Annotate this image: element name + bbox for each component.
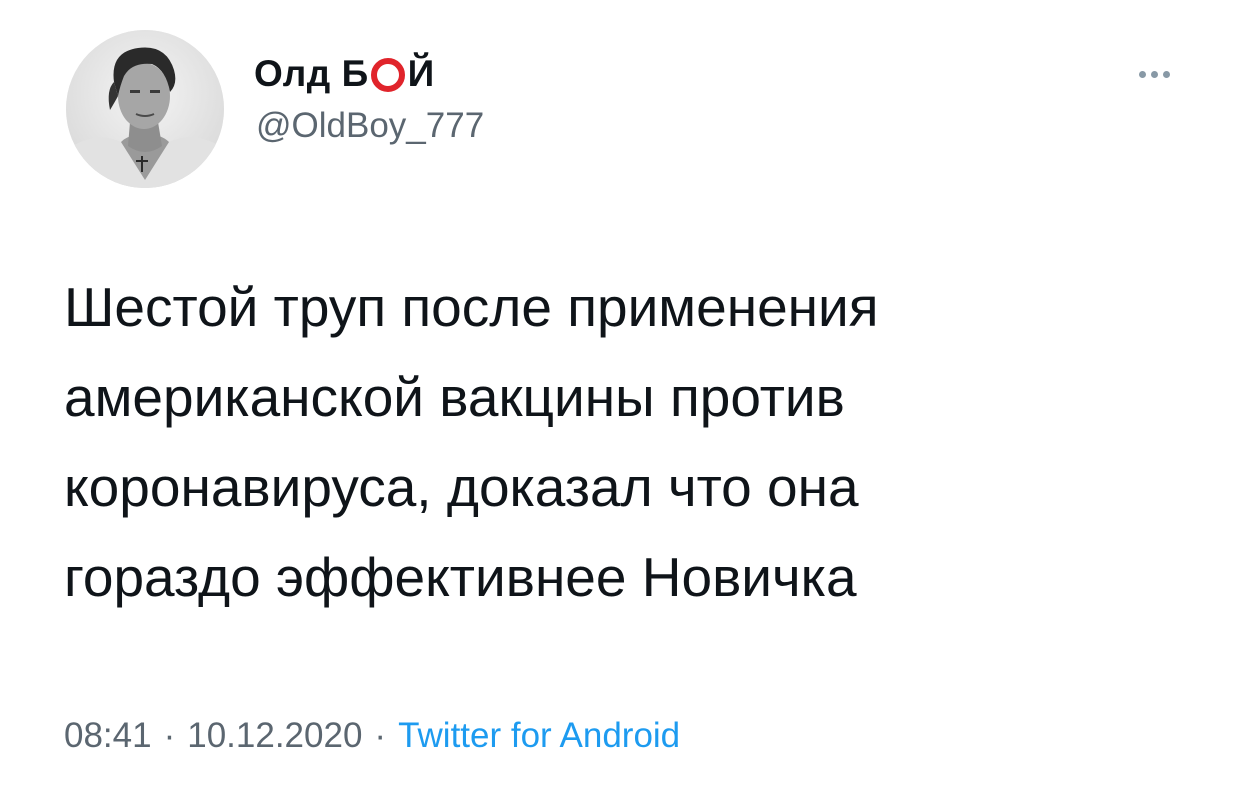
more-horizontal-icon-dot: [1162, 70, 1170, 78]
red-ring-icon: [370, 58, 405, 92]
meta-separator: ·: [374, 716, 387, 755]
user-handle[interactable]: @OldBoy_777: [256, 106, 484, 146]
tweet-meta: 08:41 · 10.12.2020 · Twitter for Android: [64, 716, 680, 756]
avatar-photo: [66, 30, 224, 188]
tweet-card: Олд Б Й @OldBoy_777 Шестой труп после пр…: [0, 0, 1242, 803]
avatar[interactable]: [66, 30, 224, 188]
display-name-part1: Олд Б: [254, 53, 369, 94]
tweet-time: 08:41: [64, 716, 152, 755]
meta-separator: ·: [163, 716, 176, 755]
display-name[interactable]: Олд Б Й: [254, 48, 435, 100]
tweet-source-link[interactable]: Twitter for Android: [398, 716, 680, 756]
more-horizontal-icon-dot: [1150, 70, 1158, 78]
display-name-part2: Й: [407, 53, 435, 94]
tweet-text: Шестой труп после применения американско…: [64, 276, 879, 608]
more-horizontal-icon-dot: [1138, 70, 1146, 78]
more-options-button[interactable]: [1124, 56, 1184, 92]
tweet-date[interactable]: 10.12.2020: [187, 716, 362, 756]
